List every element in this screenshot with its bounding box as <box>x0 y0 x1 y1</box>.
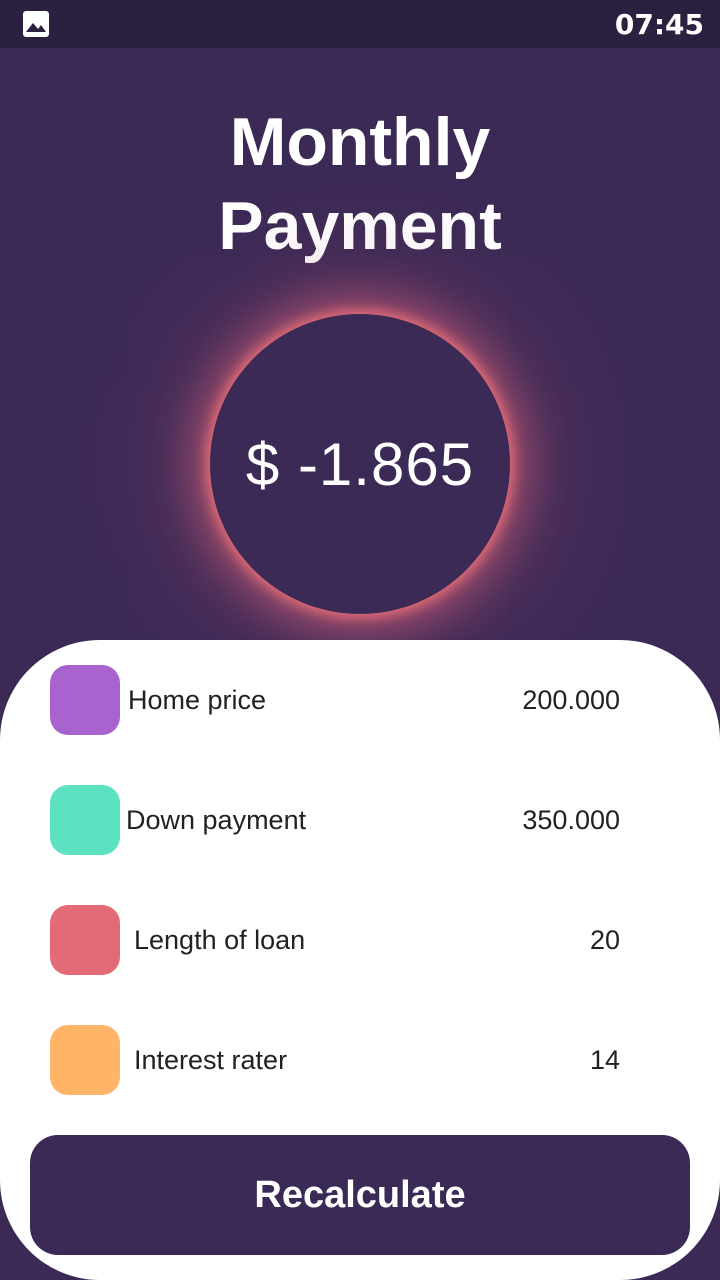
page-title-line1: Monthly <box>229 104 491 180</box>
gallery-icon <box>23 11 49 37</box>
page-title: Monthly Payment <box>0 100 720 268</box>
home-price-label: Home price <box>128 684 267 715</box>
interest-rate-value[interactable]: 14 <box>590 1045 620 1076</box>
field-interest-rate[interactable]: Interest rater 14 <box>50 1025 620 1095</box>
home-price-swatch <box>50 665 120 735</box>
down-payment-swatch <box>50 785 120 855</box>
length-of-loan-label: Length of loan <box>134 924 306 955</box>
page-title-line2: Payment <box>218 188 502 264</box>
field-down-payment[interactable]: Down payment 350.000 <box>50 785 620 855</box>
payment-display: $ -1.865 <box>210 314 510 614</box>
payment-value: $ -1.865 <box>245 430 475 498</box>
field-home-price[interactable]: Home price 200.000 <box>50 665 620 735</box>
field-length-of-loan[interactable]: Length of loan 20 <box>50 905 620 975</box>
interest-rate-swatch <box>50 1025 120 1095</box>
interest-rate-label: Interest rater <box>134 1044 288 1075</box>
recalculate-button[interactable]: Recalculate <box>30 1135 690 1255</box>
length-of-loan-value[interactable]: 20 <box>590 925 620 956</box>
down-payment-value[interactable]: 350.000 <box>522 805 620 836</box>
length-of-loan-swatch <box>50 905 120 975</box>
status-bar: 07:45 <box>0 0 720 48</box>
status-time: 07:45 <box>614 7 704 41</box>
home-price-value[interactable]: 200.000 <box>522 685 620 716</box>
down-payment-label: Down payment <box>126 804 307 835</box>
